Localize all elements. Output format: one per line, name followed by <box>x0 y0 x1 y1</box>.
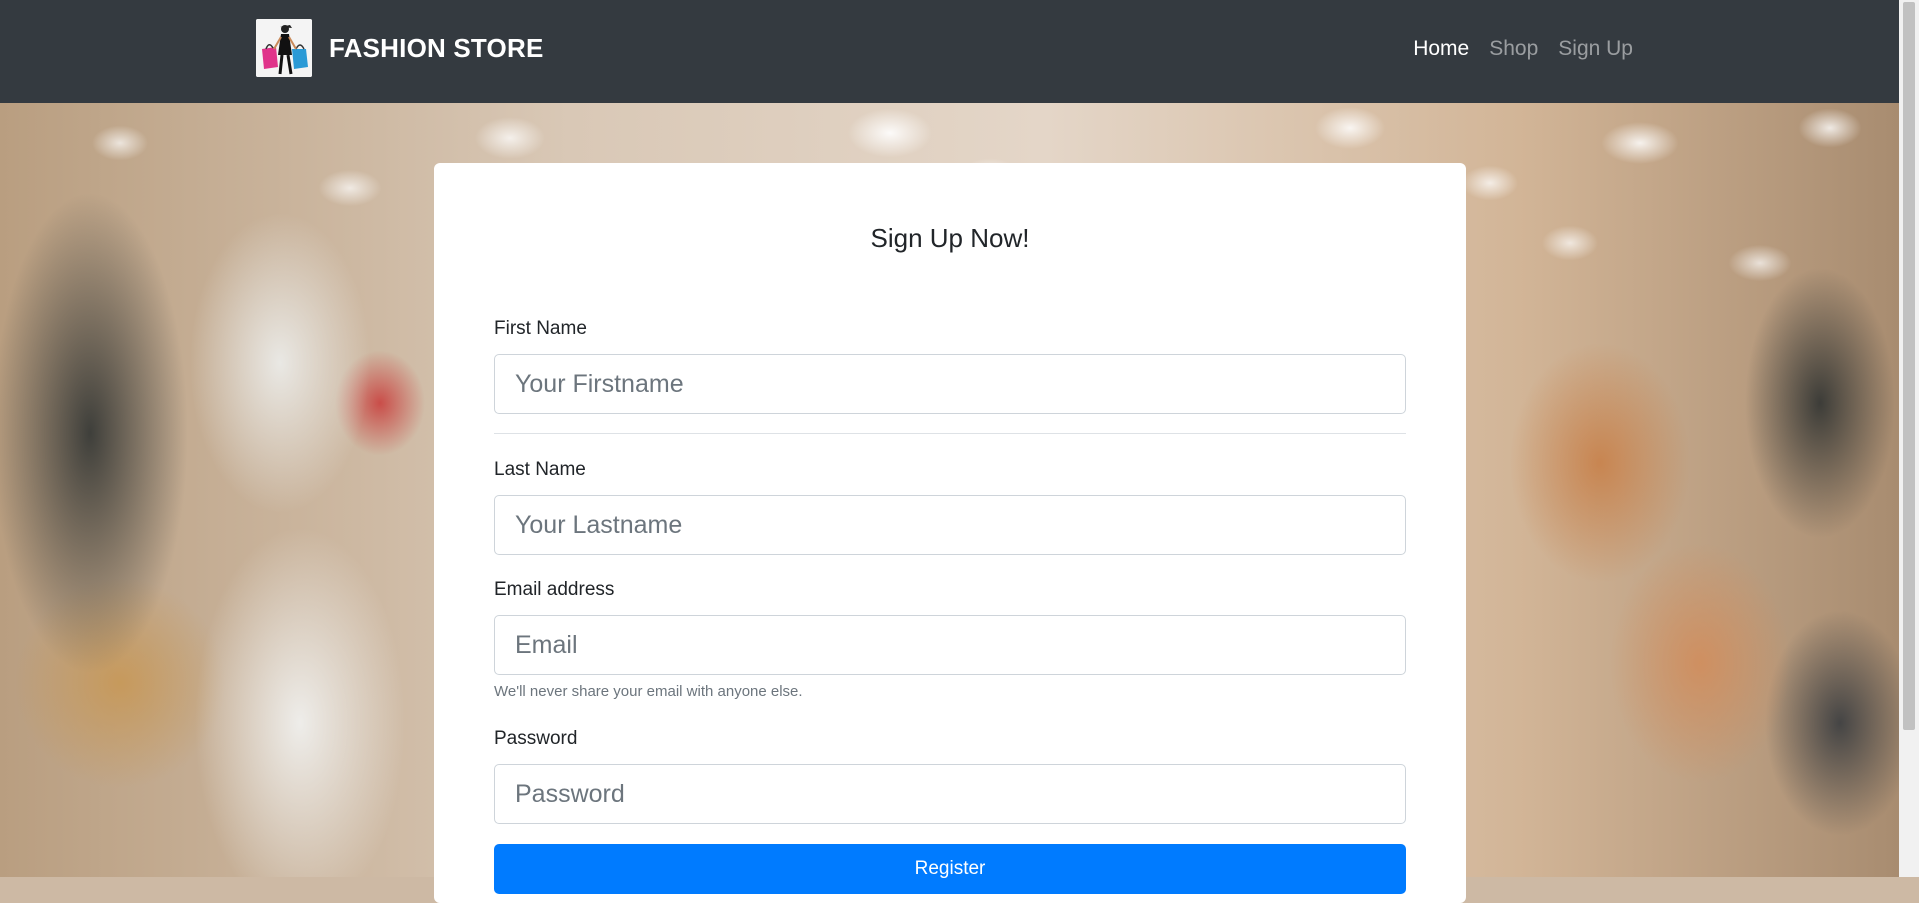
nav-link-shop[interactable]: Shop <box>1489 37 1538 61</box>
last-name-input[interactable] <box>494 495 1406 555</box>
shopping-bags-logo <box>256 19 312 77</box>
nav-link-home[interactable]: Home <box>1413 37 1469 61</box>
signup-card: Sign Up Now! First Name Last Name Email … <box>434 163 1466 903</box>
scrollbar-thumb[interactable] <box>1903 2 1915 730</box>
last-name-label: Last Name <box>494 459 586 480</box>
brand-name: FASHION STORE <box>329 32 544 63</box>
navbar: FASHION STORE Home Shop Sign Up <box>0 0 1899 103</box>
brand[interactable]: FASHION STORE <box>256 19 544 77</box>
form-title: Sign Up Now! <box>870 223 1030 253</box>
email-help-text: We'll never share your email with anyone… <box>494 683 803 700</box>
password-label: Password <box>494 728 578 749</box>
register-button[interactable]: Register <box>494 844 1406 894</box>
nav-links: Home Shop Sign Up <box>1413 37 1633 61</box>
first-name-label: First Name <box>494 318 587 339</box>
email-label: Email address <box>494 579 615 600</box>
divider <box>494 433 1406 434</box>
email-input[interactable] <box>494 615 1406 675</box>
first-name-input[interactable] <box>494 354 1406 414</box>
password-input[interactable] <box>494 764 1406 824</box>
nav-link-sign-up[interactable]: Sign Up <box>1558 37 1633 61</box>
scrollbar[interactable] <box>1899 0 1919 877</box>
